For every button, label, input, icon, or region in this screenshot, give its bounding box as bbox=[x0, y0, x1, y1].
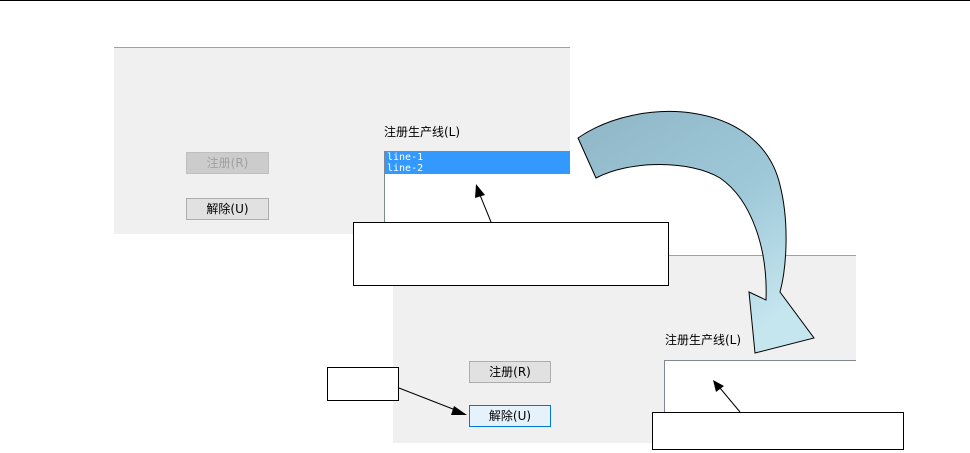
pointer-empty-list bbox=[713, 380, 741, 413]
transition-arrow bbox=[577, 111, 815, 354]
annotation-arrows bbox=[398, 111, 815, 415]
tutorial-page: 注册生产线(L) 注册(R) 解除(U) line-1 line-2 注册生产线… bbox=[0, 0, 970, 453]
pointer-unregister bbox=[398, 387, 467, 415]
pointer-selected-lines bbox=[475, 184, 492, 223]
